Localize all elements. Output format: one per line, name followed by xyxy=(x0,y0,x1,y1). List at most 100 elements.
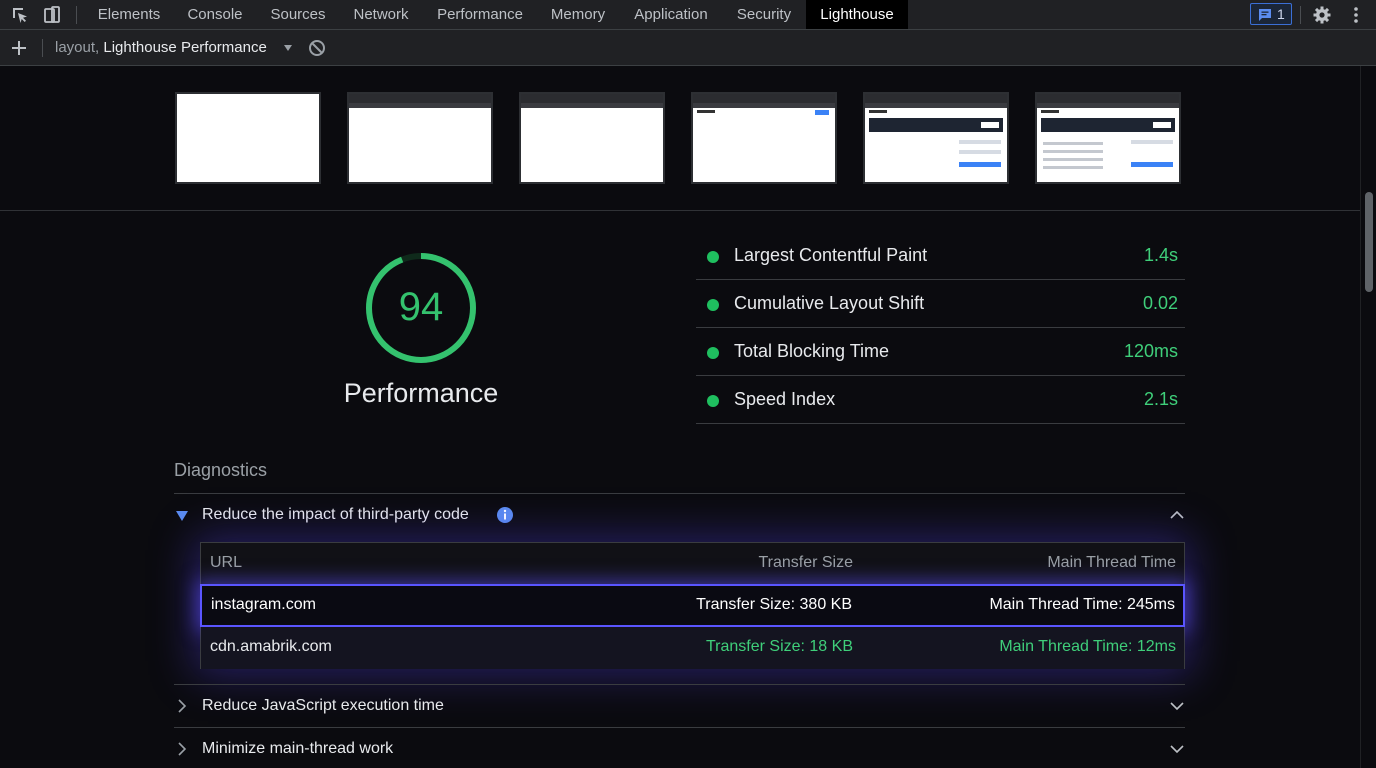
tab-performance[interactable]: Performance xyxy=(426,0,534,29)
filmstrip-frame[interactable] xyxy=(175,92,321,184)
row-main-thread-time: Main Thread Time: 245ms xyxy=(989,596,1175,613)
frame-hero-button xyxy=(1153,122,1171,128)
filmstrip-frame[interactable] xyxy=(519,92,665,184)
frame-list-line xyxy=(1043,150,1103,153)
audit-title[interactable]: Reduce JavaScript execution time xyxy=(202,697,444,715)
console-messages-badge[interactable]: 1 xyxy=(1250,3,1292,25)
tab-security[interactable]: Security xyxy=(726,0,802,29)
devtools-tab-bar: Elements Console Sources Network Perform… xyxy=(0,0,1376,30)
frame-address-bar xyxy=(521,103,663,108)
frame-list-line xyxy=(1043,142,1103,145)
frame-browser-bar xyxy=(865,94,1007,103)
info-icon[interactable] xyxy=(496,506,514,524)
more-options-icon[interactable] xyxy=(1346,5,1366,25)
device-toolbar-icon[interactable] xyxy=(42,5,62,25)
report-selector[interactable]: layout, Lighthouse Performance xyxy=(55,39,267,56)
frame-address-bar xyxy=(349,103,491,108)
expanded-arrow-icon[interactable] xyxy=(176,511,188,521)
metric-value: 2.1s xyxy=(1143,389,1178,409)
pass-indicator xyxy=(707,395,719,407)
clear-icon[interactable] xyxy=(308,39,326,57)
third-party-table: URL Transfer Size Main Thread Time insta… xyxy=(200,542,1185,669)
frame-address-bar xyxy=(865,103,1007,108)
metric-name: Largest Contentful Paint xyxy=(734,245,928,265)
chevron-right-icon[interactable] xyxy=(174,698,190,714)
section-divider xyxy=(174,493,1185,494)
table-row[interactable]: cdn.amabrik.com Transfer Size: 18 KB Mai… xyxy=(201,627,1184,669)
column-header-transfer-size: Transfer Size xyxy=(758,554,853,571)
frame-card xyxy=(1131,140,1173,144)
tab-application[interactable]: Application xyxy=(622,0,720,29)
tab-memory[interactable]: Memory xyxy=(540,0,616,29)
toolbar-divider xyxy=(42,39,43,57)
tab-lighthouse[interactable]: Lighthouse xyxy=(806,0,908,29)
filmstrip-frame[interactable] xyxy=(863,92,1009,184)
column-header-main-thread-time: Main Thread Time xyxy=(1047,554,1176,571)
chevron-right-icon[interactable] xyxy=(174,741,190,757)
chevron-down-icon[interactable] xyxy=(1169,698,1185,714)
frame-address-bar xyxy=(693,103,835,108)
toolbar-divider xyxy=(1300,6,1301,24)
column-header-url: URL xyxy=(210,554,243,571)
row-url: cdn.amabrik.com xyxy=(210,638,332,655)
scrollbar-track[interactable] xyxy=(1360,66,1376,768)
audit-title[interactable]: Reduce the impact of third-party code xyxy=(202,506,469,524)
metric-name: Total Blocking Time xyxy=(734,341,890,361)
caret-down-icon[interactable] xyxy=(283,44,293,52)
metric-value: 1.4s xyxy=(1143,245,1178,265)
tab-elements[interactable]: Elements xyxy=(86,0,172,29)
frame-browser-bar xyxy=(693,94,835,103)
frame-card xyxy=(959,150,1001,154)
frame-logo xyxy=(697,110,715,113)
filmstrip-frame[interactable] xyxy=(691,92,837,184)
table-row[interactable]: instagram.com Transfer Size: 380 KB Main… xyxy=(200,584,1185,627)
frame-browser-bar xyxy=(521,94,663,103)
frame-list-line xyxy=(1043,166,1103,169)
tab-sources[interactable]: Sources xyxy=(260,0,336,29)
plus-icon[interactable] xyxy=(11,40,27,56)
frame-browser-bar xyxy=(1037,94,1179,103)
chevron-down-icon[interactable] xyxy=(1169,741,1185,757)
frame-button xyxy=(1131,162,1173,167)
row-transfer-size: Transfer Size: 380 KB xyxy=(696,596,852,613)
tab-network[interactable]: Network xyxy=(342,0,420,29)
message-icon xyxy=(1259,9,1271,21)
filmstrip-frame[interactable] xyxy=(1035,92,1181,184)
metric-name: Speed Index xyxy=(734,389,836,409)
row-main-thread-time: Main Thread Time: 12ms xyxy=(999,638,1176,655)
metric-row: Total Blocking Time 120ms xyxy=(696,329,1185,376)
report-name: Lighthouse Performance xyxy=(103,39,267,56)
frame-hero-button xyxy=(981,122,999,128)
pass-indicator xyxy=(707,251,719,263)
frame-button xyxy=(959,162,1001,167)
section-divider xyxy=(0,210,1360,211)
metric-value: 0.02 xyxy=(1142,293,1178,313)
frame-logo xyxy=(869,110,887,113)
section-divider xyxy=(174,684,1185,685)
frame-logo xyxy=(1041,110,1059,113)
metric-row: Largest Contentful Paint 1.4s xyxy=(696,233,1185,280)
pass-indicator xyxy=(707,347,719,359)
row-url: instagram.com xyxy=(211,596,316,613)
section-divider xyxy=(174,727,1185,728)
gear-icon[interactable] xyxy=(1312,5,1332,25)
scrollbar-thumb[interactable] xyxy=(1365,192,1373,292)
inspect-element-icon[interactable] xyxy=(10,5,30,25)
metric-value: 120ms xyxy=(1123,341,1178,361)
audit-title[interactable]: Minimize main-thread work xyxy=(202,740,393,758)
message-count: 1 xyxy=(1277,6,1285,22)
frame-address-bar xyxy=(1037,103,1179,108)
filmstrip-frame[interactable] xyxy=(347,92,493,184)
pass-indicator xyxy=(707,299,719,311)
toolbar-divider xyxy=(76,6,77,24)
performance-score: 94 xyxy=(398,285,444,329)
tab-console[interactable]: Console xyxy=(176,0,254,29)
chevron-up-icon[interactable] xyxy=(1169,507,1185,523)
frame-button xyxy=(815,110,829,115)
metric-row: Cumulative Layout Shift 0.02 xyxy=(696,281,1185,328)
diagnostics-heading: Diagnostics xyxy=(174,460,268,480)
category-title: Performance xyxy=(343,378,499,408)
metric-row: Speed Index 2.1s xyxy=(696,377,1185,424)
lighthouse-toolbar: layout, Lighthouse Performance xyxy=(0,30,1376,66)
frame-list-line xyxy=(1043,158,1103,161)
